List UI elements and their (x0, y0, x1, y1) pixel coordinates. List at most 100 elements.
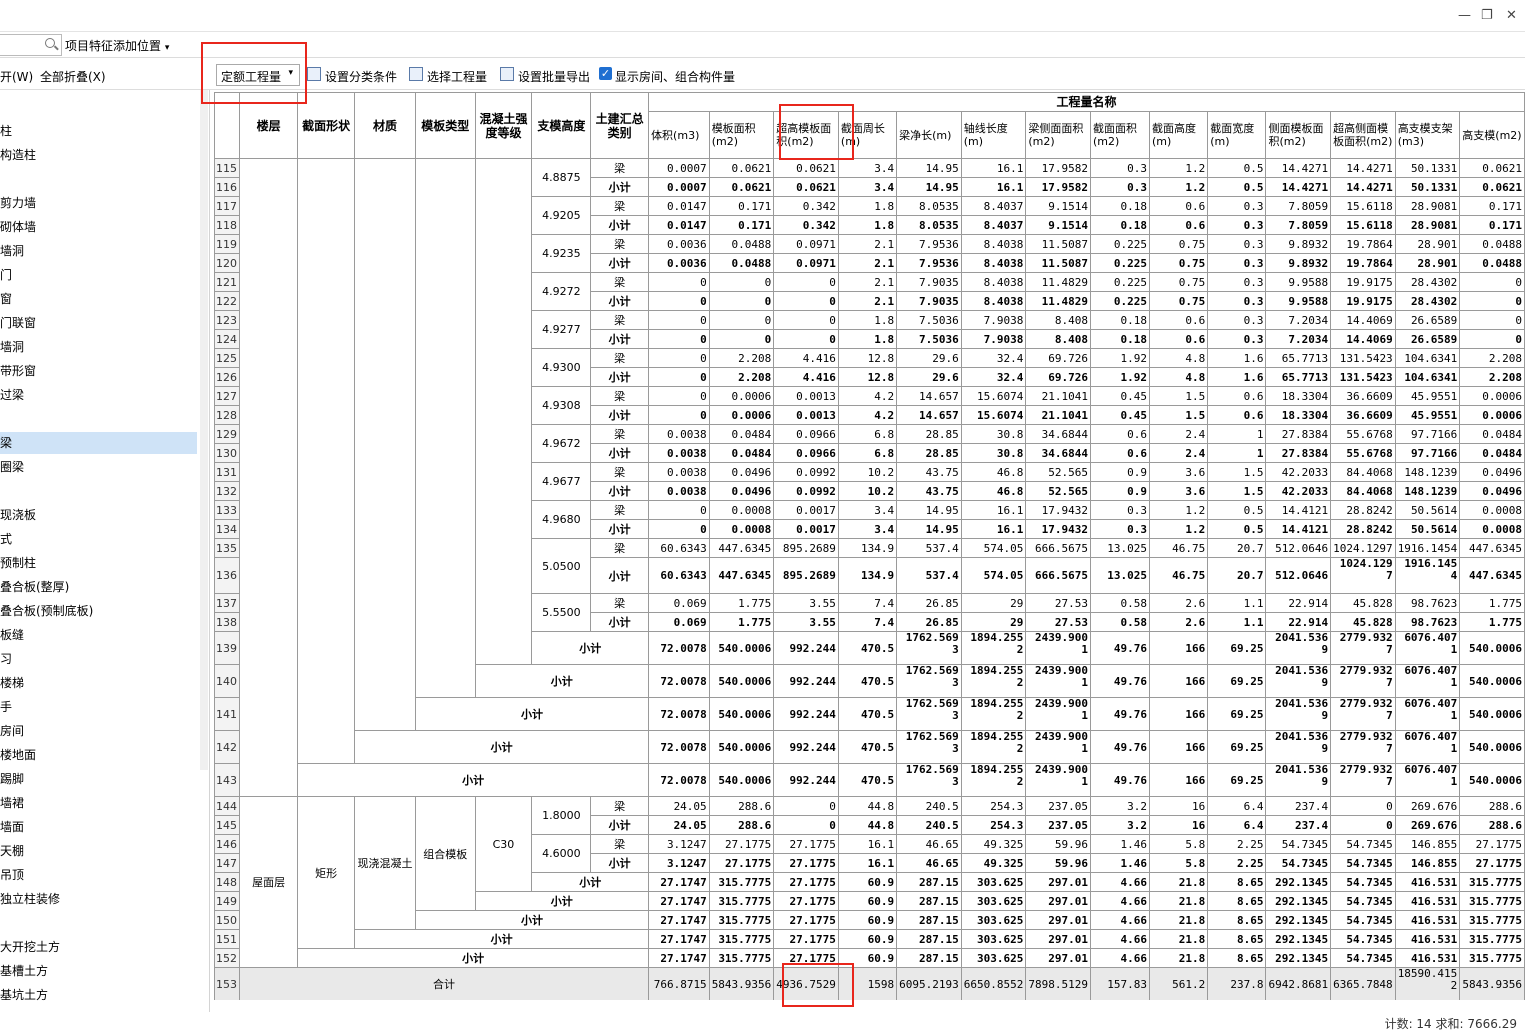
value-cell[interactable]: 1.46 (1089, 834, 1151, 854)
sidebar-item[interactable] (0, 408, 197, 430)
subtotal-label[interactable]: 小计 (590, 215, 650, 235)
value-cell[interactable]: 8.4038 (960, 253, 1027, 273)
value-cell[interactable]: 287.15 (896, 929, 962, 949)
value-cell[interactable]: 0.0038 (648, 424, 710, 444)
value-cell[interactable]: 54.7345 (1330, 872, 1396, 892)
value-cell[interactable]: 315.7775 (708, 872, 775, 892)
value-cell[interactable]: 9.8932 (1265, 253, 1332, 273)
value-cell[interactable]: 0.18 (1089, 310, 1151, 330)
value-cell[interactable]: 1.92 (1089, 348, 1151, 368)
value-cell[interactable]: 237.05 (1025, 815, 1091, 835)
row-number[interactable]: 152 (214, 948, 240, 968)
value-cell[interactable]: 44.8 (837, 796, 898, 816)
beam-label[interactable]: 梁 (590, 348, 650, 368)
sidebar-item[interactable]: 柱 (0, 120, 197, 142)
row-number[interactable]: 125 (214, 348, 240, 368)
restore-icon[interactable]: ❐ (1481, 8, 1493, 23)
value-cell[interactable]: 447.6345 (708, 538, 775, 558)
row-number[interactable]: 122 (214, 291, 240, 311)
value-cell[interactable]: 992.244 (773, 763, 839, 797)
value-cell[interactable]: 14.4271 (1265, 177, 1332, 197)
concrete-cell[interactable] (474, 158, 533, 665)
value-cell[interactable]: 0 (708, 272, 775, 292)
value-cell[interactable]: 2.1 (837, 291, 898, 311)
subtotal-label[interactable]: 小计 (590, 177, 650, 197)
qty-column-header[interactable]: 高支模支架(m3) (1394, 111, 1461, 159)
value-cell[interactable]: 0.3 (1089, 177, 1151, 197)
height-cell[interactable]: 4.8875 (531, 158, 592, 197)
sidebar-item[interactable]: 带形窗 (0, 360, 197, 382)
value-cell[interactable]: 166 (1148, 697, 1209, 731)
value-cell[interactable]: 28.901 (1394, 253, 1461, 273)
value-cell[interactable]: 4.66 (1089, 948, 1151, 968)
value-cell[interactable]: 16.1 (960, 519, 1027, 539)
minimize-icon[interactable]: — (1458, 8, 1471, 23)
value-cell[interactable]: 315.7775 (708, 910, 775, 930)
value-cell[interactable]: 0.3 (1089, 158, 1151, 178)
value-cell[interactable]: 2.25 (1207, 834, 1267, 854)
material-cell[interactable] (354, 158, 416, 731)
value-cell[interactable]: 0.0147 (648, 215, 710, 235)
value-cell[interactable]: 0.3 (1089, 500, 1151, 520)
row-number[interactable]: 127 (214, 386, 240, 406)
row-number[interactable]: 133 (214, 500, 240, 520)
value-cell[interactable]: 14.4271 (1330, 158, 1396, 178)
value-cell[interactable]: 540.0006 (1459, 697, 1525, 731)
value-cell[interactable]: 0.0621 (773, 177, 839, 197)
row-number[interactable]: 120 (214, 253, 240, 273)
value-cell[interactable]: 43.75 (896, 481, 962, 501)
value-cell[interactable]: 2439.900 1 (1025, 631, 1091, 665)
value-cell[interactable]: 15.6074 (960, 405, 1027, 425)
value-cell[interactable]: 269.676 (1394, 815, 1461, 835)
value-cell[interactable]: 12.8 (837, 367, 898, 387)
value-cell[interactable]: 17.9582 (1025, 158, 1091, 178)
value-cell[interactable]: 8.65 (1207, 929, 1267, 949)
subtotal-label[interactable]: 小计 (590, 329, 650, 349)
height-cell[interactable]: 4.9677 (531, 462, 592, 501)
value-cell[interactable]: 8.0535 (896, 196, 962, 216)
row-number[interactable]: 123 (214, 310, 240, 330)
value-cell[interactable]: 0.58 (1089, 612, 1151, 632)
value-cell[interactable]: 574.05 (960, 557, 1027, 594)
value-cell[interactable]: 1.5 (1148, 405, 1209, 425)
value-cell[interactable]: 315.7775 (708, 891, 775, 911)
value-cell[interactable]: 52.565 (1025, 481, 1091, 501)
value-cell[interactable]: 0.75 (1148, 234, 1209, 254)
height-cell[interactable]: 4.9272 (531, 272, 592, 311)
value-cell[interactable]: 7.5036 (896, 329, 962, 349)
value-cell[interactable]: 6095.2193 (896, 967, 962, 1000)
height-cell[interactable]: 4.9205 (531, 196, 592, 235)
value-cell[interactable]: 470.5 (837, 730, 898, 764)
value-cell[interactable]: 5843.9356 (708, 967, 775, 1000)
subtotal-label[interactable]: 小计 (414, 910, 650, 930)
value-cell[interactable]: 16.1 (837, 834, 898, 854)
value-cell[interactable]: 27.1775 (773, 910, 839, 930)
value-cell[interactable]: 0 (648, 272, 710, 292)
collapse-all-button[interactable]: 全部折叠(X) (40, 68, 106, 85)
height-cell[interactable]: 4.9235 (531, 234, 592, 273)
value-cell[interactable]: 27.1747 (648, 929, 710, 949)
value-cell[interactable]: 10.2 (837, 462, 898, 482)
value-cell[interactable]: 297.01 (1025, 910, 1091, 930)
value-cell[interactable]: 28.9081 (1394, 215, 1461, 235)
value-cell[interactable]: 303.625 (960, 929, 1027, 949)
value-cell[interactable]: 0.0484 (708, 443, 775, 463)
select-quantity-button[interactable]: 选择工程量 (427, 68, 487, 85)
value-cell[interactable]: 12.8 (837, 348, 898, 368)
value-cell[interactable]: 10.2 (837, 481, 898, 501)
value-cell[interactable]: 2.4 (1148, 424, 1209, 444)
value-cell[interactable]: 8.408 (1025, 310, 1091, 330)
section-cell[interactable] (297, 158, 356, 764)
value-cell[interactable]: 0.0008 (708, 500, 775, 520)
subtotal-label[interactable]: 小计 (297, 948, 650, 968)
value-cell[interactable]: 0.0966 (773, 424, 839, 444)
value-cell[interactable]: 2.6 (1148, 612, 1209, 632)
value-cell[interactable]: 0.225 (1089, 291, 1151, 311)
value-cell[interactable]: 0.0036 (648, 253, 710, 273)
value-cell[interactable]: 8.4037 (960, 215, 1027, 235)
value-cell[interactable]: 1.775 (708, 593, 775, 613)
value-cell[interactable]: 54.7345 (1330, 834, 1396, 854)
value-cell[interactable]: 0.0484 (708, 424, 775, 444)
value-cell[interactable]: 0 (648, 348, 710, 368)
value-cell[interactable]: 14.95 (896, 500, 962, 520)
